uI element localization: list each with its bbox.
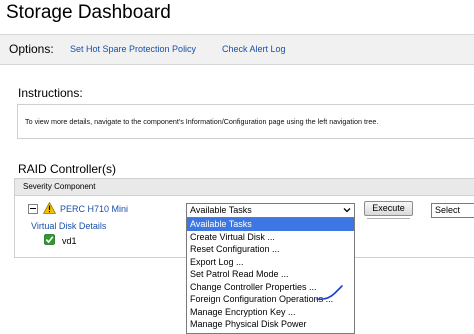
available-tasks-select-value: Available Tasks [190,205,252,215]
virtual-disk-details-link[interactable]: Virtual Disk Details [31,221,106,231]
instructions-heading: Instructions: [18,86,83,100]
virtual-disk-name: vd1 [62,236,77,246]
tasks-dropdown-list: Available Tasks Create Virtual Disk ... … [186,217,355,334]
raid-controllers-heading: RAID Controller(s) [18,162,117,176]
pen-annotation-stroke [316,285,343,301]
dropdown-item-reset-configuration[interactable]: Reset Configuration ... [187,243,354,256]
warning-triangle-icon [43,202,56,214]
secondary-select[interactable]: Select [431,203,474,218]
dropdown-item-export-log[interactable]: Export Log ... [187,256,354,269]
instructions-panel: To view more details, navigate to the co… [17,104,474,139]
instructions-text: To view more details, navigate to the co… [25,117,379,126]
check-alert-log-link[interactable]: Check Alert Log [222,44,286,54]
dropdown-item-manage-encryption-key[interactable]: Manage Encryption Key ... [187,306,354,319]
options-label: Options: [9,42,54,56]
ok-check-icon [44,234,55,245]
dropdown-item-create-virtual-disk[interactable]: Create Virtual Disk ... [187,231,354,244]
dropdown-item-manage-physical-disk-power[interactable]: Manage Physical Disk Power [187,318,354,331]
execute-button[interactable]: Execute [364,201,413,219]
raid-table-header: Severity Component [15,179,474,196]
severity-component-header: Severity Component [23,182,96,191]
available-tasks-select[interactable]: Available Tasks [186,203,355,218]
chevron-down-icon [343,208,351,213]
options-bar: Options: Set Hot Spare Protection Policy… [0,34,474,65]
page-title: Storage Dashboard [6,2,171,23]
collapse-minus-icon[interactable] [28,204,38,214]
dropdown-item-set-patrol-read-mode[interactable]: Set Patrol Read Mode ... [187,268,354,281]
controller-link[interactable]: PERC H710 Mini [60,204,128,214]
set-hot-spare-protection-policy-link[interactable]: Set Hot Spare Protection Policy [70,44,196,54]
secondary-select-value: Select [435,205,461,215]
dropdown-item-available-tasks[interactable]: Available Tasks [187,218,354,231]
